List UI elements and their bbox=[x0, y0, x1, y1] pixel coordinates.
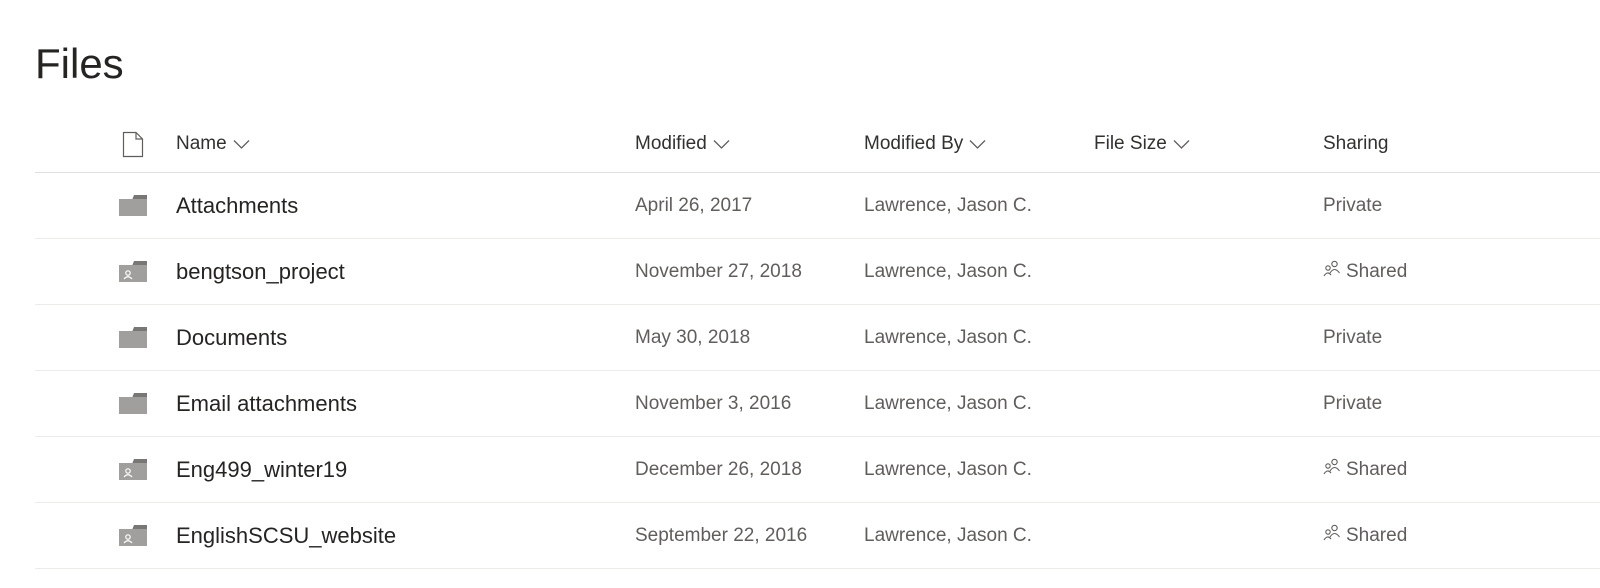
file-type-icon bbox=[122, 131, 144, 158]
column-header-name[interactable]: Name bbox=[176, 116, 250, 172]
file-row[interactable]: EnglishSCSU_website September 22, 2016 L… bbox=[35, 503, 1600, 569]
modified-by: Lawrence, Jason C. bbox=[864, 326, 1032, 348]
column-header-sharing-label: Sharing bbox=[1323, 133, 1389, 154]
file-name-link[interactable]: Email attachments bbox=[176, 371, 357, 436]
modified-by: Lawrence, Jason C. bbox=[864, 458, 1032, 480]
shared-folder-icon bbox=[119, 524, 147, 547]
chevron-down-icon bbox=[713, 139, 730, 149]
chevron-down-icon bbox=[233, 139, 250, 149]
modified-date: November 27, 2018 bbox=[635, 260, 802, 282]
file-row[interactable]: Attachments April 26, 2017 Lawrence, Jas… bbox=[35, 173, 1600, 239]
file-row[interactable]: Eng499_winter19 December 26, 2018 Lawren… bbox=[35, 437, 1600, 503]
folder-icon bbox=[119, 392, 147, 415]
file-name-link[interactable]: bengtson_project bbox=[176, 239, 345, 304]
column-header-file-size[interactable]: File Size bbox=[1094, 116, 1190, 172]
modified-date: November 3, 2016 bbox=[635, 392, 792, 414]
people-icon bbox=[1323, 524, 1340, 540]
sharing-status[interactable]: Shared bbox=[1323, 437, 1407, 502]
chevron-down-icon bbox=[969, 139, 986, 149]
modified-by: Lawrence, Jason C. bbox=[864, 194, 1032, 216]
chevron-down-icon bbox=[1173, 139, 1190, 149]
column-header-modified-by-label: Modified By bbox=[864, 133, 964, 154]
shared-folder-icon bbox=[119, 458, 147, 481]
sharing-label: Private bbox=[1323, 392, 1383, 414]
modified-date: April 26, 2017 bbox=[635, 194, 753, 216]
column-header-modified-by[interactable]: Modified By bbox=[864, 116, 986, 172]
folder-icon bbox=[119, 326, 147, 349]
file-name-link[interactable]: Documents bbox=[176, 305, 287, 370]
sharing-label: Shared bbox=[1346, 524, 1408, 546]
file-name-link[interactable]: EnglishSCSU_website bbox=[176, 503, 396, 568]
column-header-modified-label: Modified bbox=[635, 133, 707, 154]
sharing-status[interactable]: Shared bbox=[1323, 239, 1407, 304]
page-title: Files bbox=[35, 40, 124, 87]
sharing-label: Shared bbox=[1346, 260, 1408, 282]
modified-date: May 30, 2018 bbox=[635, 326, 751, 348]
modified-by: Lawrence, Jason C. bbox=[864, 260, 1032, 282]
column-header-modified[interactable]: Modified bbox=[635, 116, 730, 172]
sharing-status[interactable]: Shared bbox=[1323, 503, 1407, 568]
files-list: Name Modified Modified By File Size Shar… bbox=[35, 116, 1600, 569]
sharing-label: Shared bbox=[1346, 458, 1408, 480]
file-name-link[interactable]: Attachments bbox=[176, 173, 298, 238]
file-name-link[interactable]: Eng499_winter19 bbox=[176, 437, 347, 502]
modified-date: September 22, 2016 bbox=[635, 524, 808, 546]
sharing-label: Private bbox=[1323, 194, 1383, 216]
sharing-status[interactable]: Private bbox=[1323, 173, 1382, 238]
file-type-column-header[interactable] bbox=[113, 116, 153, 172]
shared-folder-icon bbox=[119, 260, 147, 283]
column-header-row: Name Modified Modified By File Size Shar… bbox=[35, 116, 1600, 173]
file-row[interactable]: Email attachments November 3, 2016 Lawre… bbox=[35, 371, 1600, 437]
sharing-label: Private bbox=[1323, 326, 1383, 348]
column-header-sharing[interactable]: Sharing bbox=[1323, 116, 1395, 172]
modified-by: Lawrence, Jason C. bbox=[864, 392, 1032, 414]
sharing-status[interactable]: Private bbox=[1323, 305, 1382, 370]
people-icon bbox=[1323, 260, 1340, 276]
column-header-name-label: Name bbox=[176, 133, 227, 154]
sharing-status[interactable]: Private bbox=[1323, 371, 1382, 436]
modified-date: December 26, 2018 bbox=[635, 458, 802, 480]
modified-by: Lawrence, Jason C. bbox=[864, 524, 1032, 546]
folder-icon bbox=[119, 194, 147, 217]
people-icon bbox=[1323, 458, 1340, 474]
column-header-file-size-label: File Size bbox=[1094, 133, 1167, 154]
file-row[interactable]: Documents May 30, 2018 Lawrence, Jason C… bbox=[35, 305, 1600, 371]
file-row[interactable]: bengtson_project November 27, 2018 Lawre… bbox=[35, 239, 1600, 305]
